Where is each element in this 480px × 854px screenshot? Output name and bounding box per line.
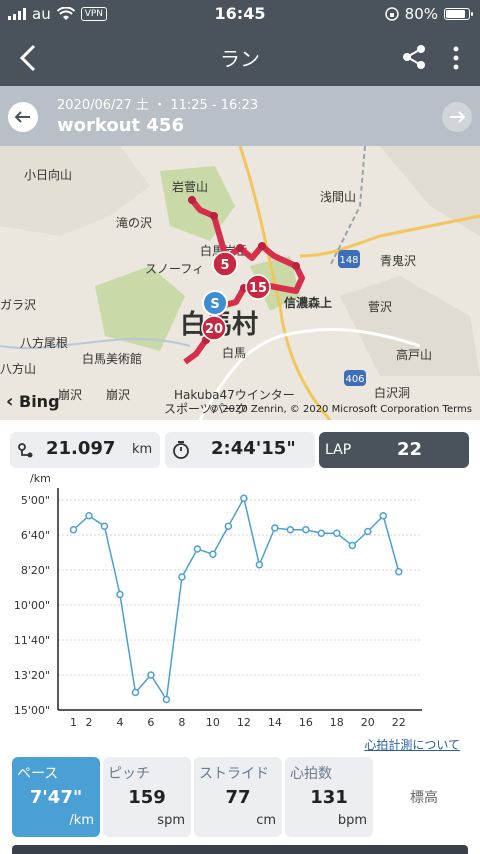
x-tick-label: 22 xyxy=(392,716,406,728)
metric-label: 心拍数 xyxy=(290,766,332,782)
y-tick-label: 11'40" xyxy=(14,634,50,647)
pace-point xyxy=(147,671,155,679)
x-tick-label: 1 xyxy=(70,716,77,728)
more-icon[interactable] xyxy=(446,44,466,72)
pace-point xyxy=(131,688,140,697)
bottom-sheet-edge xyxy=(12,845,468,854)
metric-label: ストライド xyxy=(199,766,269,782)
workout-header: 2020/06/27 土 ・ 11:25 - 16:23 workout 456 xyxy=(0,86,480,146)
heart-rate-info-link[interactable]: 心拍計測について xyxy=(364,736,460,753)
workout-datetime: 2020/06/27 土 ・ 11:25 - 16:23 xyxy=(57,98,259,113)
nav-bar: ラン xyxy=(0,30,480,86)
y-tick-label: 5'00" xyxy=(21,494,50,507)
metric-unit: /km xyxy=(69,813,94,828)
metric-value: 159 xyxy=(128,787,166,808)
pace-point xyxy=(348,541,357,550)
split-marker-15: 15 xyxy=(249,281,267,296)
distance-value: 21.097 xyxy=(46,438,116,459)
route-map[interactable]: 小日向山 岩菅山 浅間山 滝の沢 白馬岩岳 スノーフィ 青鬼沢 ガラ沢 八方尾根… xyxy=(0,146,480,420)
pace-point xyxy=(333,529,341,537)
summary-stats: 21.097 km 2:44'15" LAP 22 xyxy=(0,428,480,468)
bing-label: Bing xyxy=(19,392,60,411)
pace-point xyxy=(178,573,186,581)
x-tick-label: 12 xyxy=(237,716,251,728)
previous-workout-button[interactable] xyxy=(8,102,38,132)
pace-point xyxy=(100,522,109,530)
pace-point xyxy=(302,526,310,534)
metric-pace-tab[interactable]: ペース 7'47" /km xyxy=(12,757,100,837)
metric-value: 77 xyxy=(225,787,251,808)
distance-icon xyxy=(18,443,33,458)
pace-point xyxy=(116,590,124,599)
workout-name: workout 456 xyxy=(57,115,184,136)
x-tick-label: 16 xyxy=(299,716,313,728)
metric-unit: cm xyxy=(256,813,276,828)
split-marker-20: 20 xyxy=(205,322,223,337)
lap-label: LAP xyxy=(325,442,352,458)
pace-point xyxy=(193,545,202,553)
pace-chart-svg: /km 5'00" 6'40" 8'20" 10'00" 11'40" 13'20" 15'0… xyxy=(14,472,422,729)
pace-point xyxy=(69,526,78,534)
y-tick-label: 15'00" xyxy=(14,704,50,717)
metric-cadence-tab[interactable]: ピッチ 159 spm xyxy=(103,757,191,837)
start-marker: S xyxy=(210,297,219,312)
metric-heart-rate-tab[interactable]: 心拍数 131 bpm xyxy=(285,757,373,837)
bing-logo: ‹ Bing xyxy=(6,391,60,412)
lap-box[interactable]: LAP 22 xyxy=(319,432,469,468)
distance-unit: km xyxy=(132,442,153,457)
y-tick-label: 8'20" xyxy=(21,564,50,577)
map-copyright[interactable]: © 2020 Zenrin, © 2020 Microsoft Corporat… xyxy=(209,404,472,415)
metric-unit: bpm xyxy=(337,813,367,828)
x-tick-label: 6 xyxy=(147,716,154,728)
x-tick-label: 2 xyxy=(85,716,92,728)
route-markers: 5 15 20 S xyxy=(201,251,271,341)
x-tick-label: 14 xyxy=(268,716,282,728)
x-tick-label: 20 xyxy=(361,716,375,728)
pace-chart: /km 5'00" 6'40" 8'20" 10'00" 11'40" 13'20" 15'0… xyxy=(0,468,480,758)
y-tick-label: 13'20" xyxy=(14,669,50,682)
next-workout-button[interactable] xyxy=(442,102,472,132)
pace-point xyxy=(379,512,388,520)
share-icon[interactable] xyxy=(400,43,428,71)
orientation-lock-icon xyxy=(384,7,399,21)
metric-tabs: ペース 7'47" /km ピッチ 159 spm ストライド 77 cm 心拍… xyxy=(0,757,480,837)
x-tick-label: 10 xyxy=(206,716,220,728)
pace-point xyxy=(364,527,372,536)
pace-point xyxy=(286,526,295,534)
duration-box: 2:44'15" xyxy=(165,432,315,468)
pace-line xyxy=(72,496,400,702)
pace-point xyxy=(271,524,279,532)
y-tick-label: 6'40" xyxy=(21,529,50,542)
pace-point xyxy=(317,529,326,537)
y-tick-label: 10'00" xyxy=(14,599,50,612)
battery-icon xyxy=(444,8,473,20)
metric-stride-tab[interactable]: ストライド 77 cm xyxy=(194,757,282,837)
pace-point xyxy=(395,568,403,576)
pace-point xyxy=(255,561,264,569)
x-tick-label: 8 xyxy=(178,716,185,728)
lap-value: 22 xyxy=(397,439,423,460)
battery-percent: 80% xyxy=(404,5,438,23)
pace-point xyxy=(240,494,248,502)
pace-point xyxy=(209,550,217,558)
pace-point xyxy=(224,522,233,530)
y-axis-label: /km xyxy=(30,472,51,485)
metric-label: ペース xyxy=(17,766,59,782)
x-tick-label: 18 xyxy=(330,716,344,728)
x-tick-label: 4 xyxy=(116,716,123,728)
metric-value: 131 xyxy=(310,787,348,808)
pace-point xyxy=(162,695,171,704)
metric-label: ピッチ xyxy=(108,766,150,782)
metric-value: 7'47" xyxy=(29,787,83,808)
distance-box: 21.097 km xyxy=(10,432,160,468)
duration-value: 2:44'15" xyxy=(211,438,296,459)
status-bar: au VPN 16:45 80% xyxy=(0,0,480,30)
pace-point xyxy=(85,512,93,520)
split-marker-5: 5 xyxy=(220,258,229,273)
metric-unit: spm xyxy=(157,813,185,828)
metric-altitude-tab[interactable]: 標高 xyxy=(386,787,462,807)
stopwatch-icon xyxy=(173,441,189,459)
